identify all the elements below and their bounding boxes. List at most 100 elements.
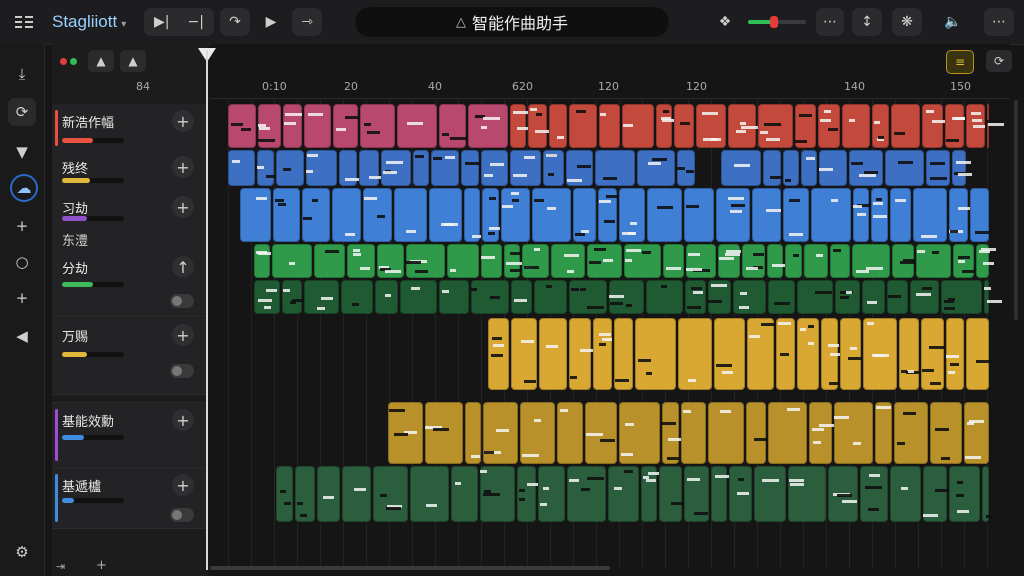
region-clip[interactable]	[718, 244, 741, 278]
region-clip[interactable]	[970, 188, 992, 242]
region-clip[interactable]	[511, 280, 532, 314]
region-clip[interactable]	[797, 318, 819, 390]
region-clip[interactable]	[852, 244, 890, 278]
region-clip[interactable]	[926, 150, 950, 186]
track-2[interactable]: 残终 +	[52, 150, 206, 191]
region-clip[interactable]	[295, 466, 315, 522]
region-clip[interactable]	[543, 150, 564, 186]
region-clip[interactable]	[641, 466, 663, 522]
region-clip[interactable]	[835, 280, 860, 314]
region-clip[interactable]	[363, 188, 392, 242]
region-clip[interactable]	[302, 188, 330, 242]
region-clip[interactable]	[818, 104, 840, 148]
region-clip[interactable]	[797, 280, 833, 314]
region-clip[interactable]	[887, 280, 908, 314]
region-clip[interactable]	[686, 244, 716, 278]
region-clip[interactable]	[828, 466, 858, 522]
region-clip[interactable]	[341, 280, 373, 314]
region-clip[interactable]	[304, 104, 331, 148]
vertical-scrollbar[interactable]	[1014, 100, 1018, 320]
track-name[interactable]: 残终	[62, 158, 88, 177]
region-clip[interactable]	[921, 318, 944, 390]
region-clip[interactable]	[647, 188, 682, 242]
region-clip[interactable]	[314, 244, 345, 278]
region-clip[interactable]	[468, 104, 508, 148]
region-clip[interactable]	[511, 318, 537, 390]
region-clip[interactable]	[819, 150, 847, 186]
region-clip[interactable]	[949, 466, 980, 522]
region-clip[interactable]	[317, 466, 340, 522]
region-clip[interactable]	[377, 244, 404, 278]
region-clip[interactable]	[482, 188, 500, 242]
region-clip[interactable]	[528, 104, 551, 148]
region-clip[interactable]	[614, 318, 633, 390]
region-clip[interactable]	[228, 150, 255, 186]
add-instrument-button[interactable]: +	[172, 156, 194, 178]
region-clip[interactable]	[254, 244, 271, 278]
track-name[interactable]: 习劫	[62, 198, 88, 217]
track-name[interactable]: 分劫	[62, 258, 88, 277]
region-clip[interactable]	[569, 104, 597, 148]
region-clip[interactable]	[410, 466, 449, 522]
region-clip[interactable]	[447, 244, 479, 278]
region-clip[interactable]	[429, 188, 462, 242]
region-clip[interactable]	[758, 104, 793, 148]
track-name[interactable]: 基遞櫨	[62, 476, 101, 495]
back-icon[interactable]: −|	[188, 14, 204, 30]
region-clip[interactable]	[504, 244, 527, 278]
region-clip[interactable]	[801, 150, 817, 186]
region-clip[interactable]	[520, 402, 555, 464]
play-icon[interactable]: ▶	[256, 8, 286, 36]
region-clip[interactable]	[413, 150, 429, 186]
region-clip[interactable]	[431, 150, 459, 186]
track-toggle[interactable]	[170, 364, 194, 378]
region-clip[interactable]	[966, 318, 993, 390]
loop-icon[interactable]: ↷	[220, 8, 250, 36]
region-clip[interactable]	[394, 188, 427, 242]
region-clip[interactable]	[360, 104, 395, 148]
region-clip[interactable]	[400, 280, 437, 314]
region-clip[interactable]	[397, 104, 437, 148]
region-clip[interactable]	[637, 150, 675, 186]
region-clip[interactable]	[276, 466, 293, 522]
region-clip[interactable]	[659, 466, 685, 522]
add-icon[interactable]: +	[8, 212, 36, 240]
region-clip[interactable]	[976, 244, 996, 278]
region-clip[interactable]	[875, 402, 892, 464]
region-clip[interactable]	[534, 280, 567, 314]
region-clip[interactable]	[282, 280, 305, 314]
region-clip[interactable]	[910, 280, 939, 314]
region-clip[interactable]	[809, 402, 836, 464]
region-clip[interactable]	[708, 280, 731, 314]
region-clip[interactable]	[742, 244, 765, 278]
region-clip[interactable]	[464, 188, 481, 242]
region-clip[interactable]	[488, 318, 509, 390]
project-title[interactable]: △ 智能作曲助手	[355, 7, 669, 37]
track-name[interactable]: 万赐	[62, 326, 88, 345]
region-clip[interactable]	[240, 188, 271, 242]
track-3[interactable]: 习劫 东澧 +	[52, 190, 206, 251]
region-clip[interactable]	[821, 318, 845, 390]
add-instrument-button[interactable]: +	[172, 196, 194, 218]
add-track-icon[interactable]: +	[8, 284, 36, 312]
region-clip[interactable]	[804, 244, 828, 278]
cycle-icon[interactable]: ⟳	[986, 50, 1012, 72]
timeline-ruler[interactable]: 84 0:10 20 40 620 120 120 140 150	[136, 78, 1010, 99]
region-clip[interactable]	[481, 244, 502, 278]
region-clip[interactable]	[439, 104, 467, 148]
region-clip[interactable]	[795, 104, 816, 148]
region-clip[interactable]	[598, 188, 617, 242]
region-clip[interactable]	[747, 318, 776, 390]
track-1[interactable]: 新浩作幅 +	[52, 104, 206, 151]
region-clip[interactable]	[783, 188, 809, 242]
region-clip[interactable]	[635, 318, 676, 390]
rewind-icon[interactable]: ▶|	[154, 14, 169, 30]
region-clip[interactable]	[406, 244, 445, 278]
region-clip[interactable]	[359, 150, 384, 186]
region-clip[interactable]	[677, 150, 695, 186]
region-clip[interactable]	[714, 318, 745, 390]
region-clip[interactable]	[685, 280, 706, 314]
region-clip[interactable]	[966, 104, 985, 148]
region-clip[interactable]	[674, 104, 694, 148]
region-clip[interactable]	[306, 150, 337, 186]
